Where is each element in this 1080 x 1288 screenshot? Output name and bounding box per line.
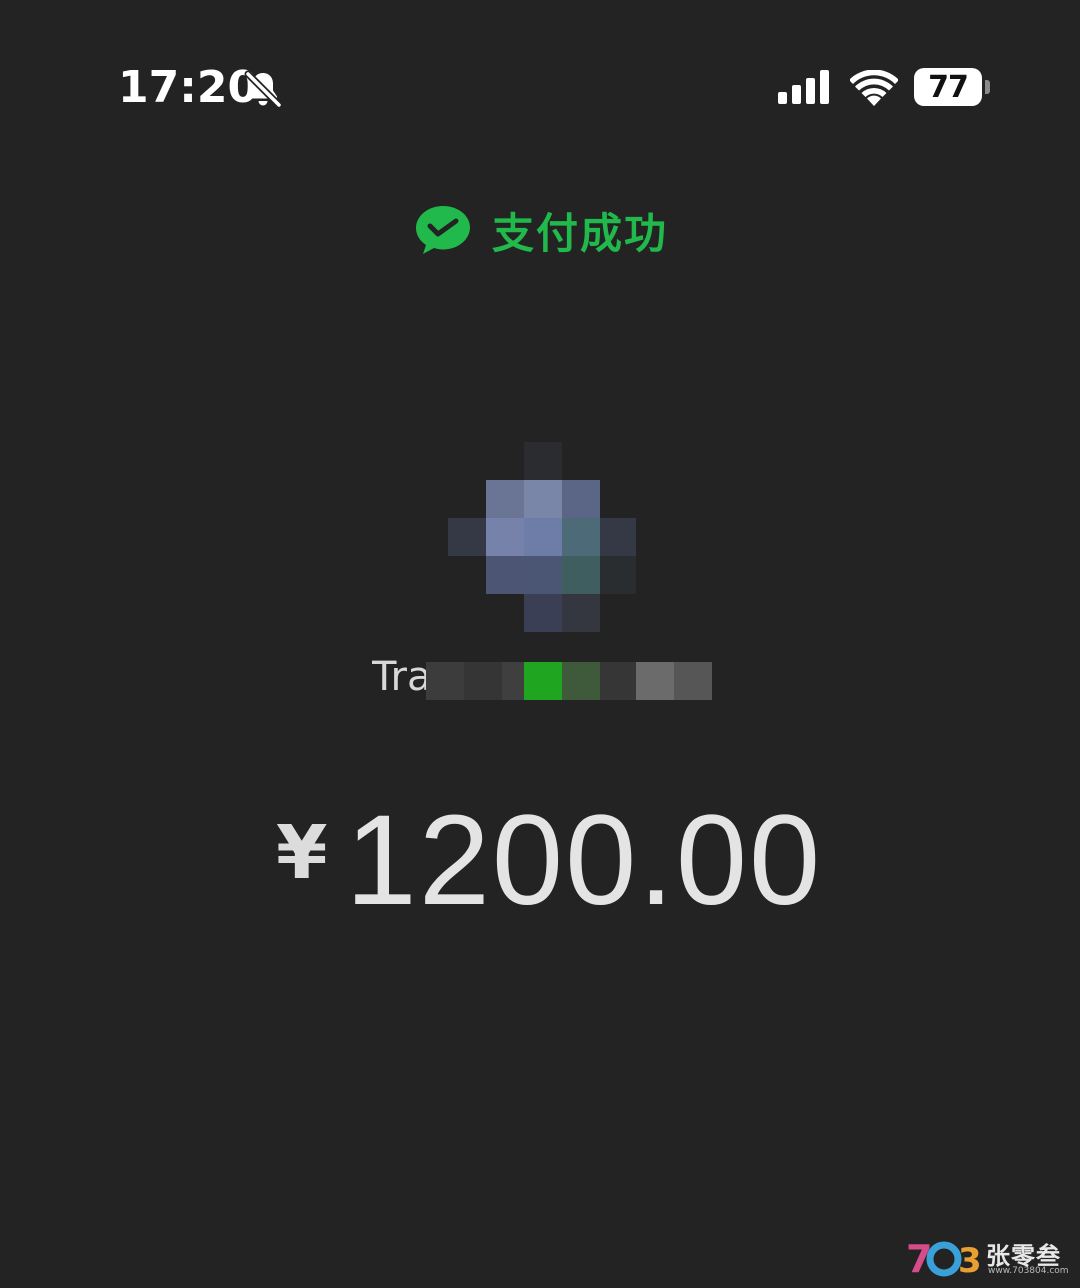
watermark-logo: 7 3 [906,1238,982,1278]
battery-icon: 77 [914,68,994,108]
amount-value: 1200.00 [345,789,823,932]
merchant-avatar [448,442,636,632]
watermark: 7 3 张零叁 www.703804.com [906,1236,1069,1282]
status-time: 17:20 [118,62,259,113]
battery-level: 77 [928,69,969,105]
merchant-name-row: Tra [370,650,715,706]
battery-body: 77 [914,68,982,106]
watermark-url: www.703804.com [988,1266,1069,1276]
status-bar: 17:20 77 [0,0,1080,180]
payment-status-title: 支付成功 [492,208,669,258]
battery-cap [985,80,990,94]
wifi-icon [850,70,898,106]
payment-amount: ¥ 1200.00 [276,796,822,926]
bell-slash-icon [244,70,283,109]
svg-text:3: 3 [958,1241,982,1278]
cellular-signal-icon [778,70,829,104]
payment-success-header: 支付成功 [414,200,668,260]
merchant-name-mosaic [426,662,712,700]
merchant-name: Tra [372,654,428,700]
wechat-pay-icon [416,206,470,254]
currency-symbol: ¥ [276,810,328,896]
